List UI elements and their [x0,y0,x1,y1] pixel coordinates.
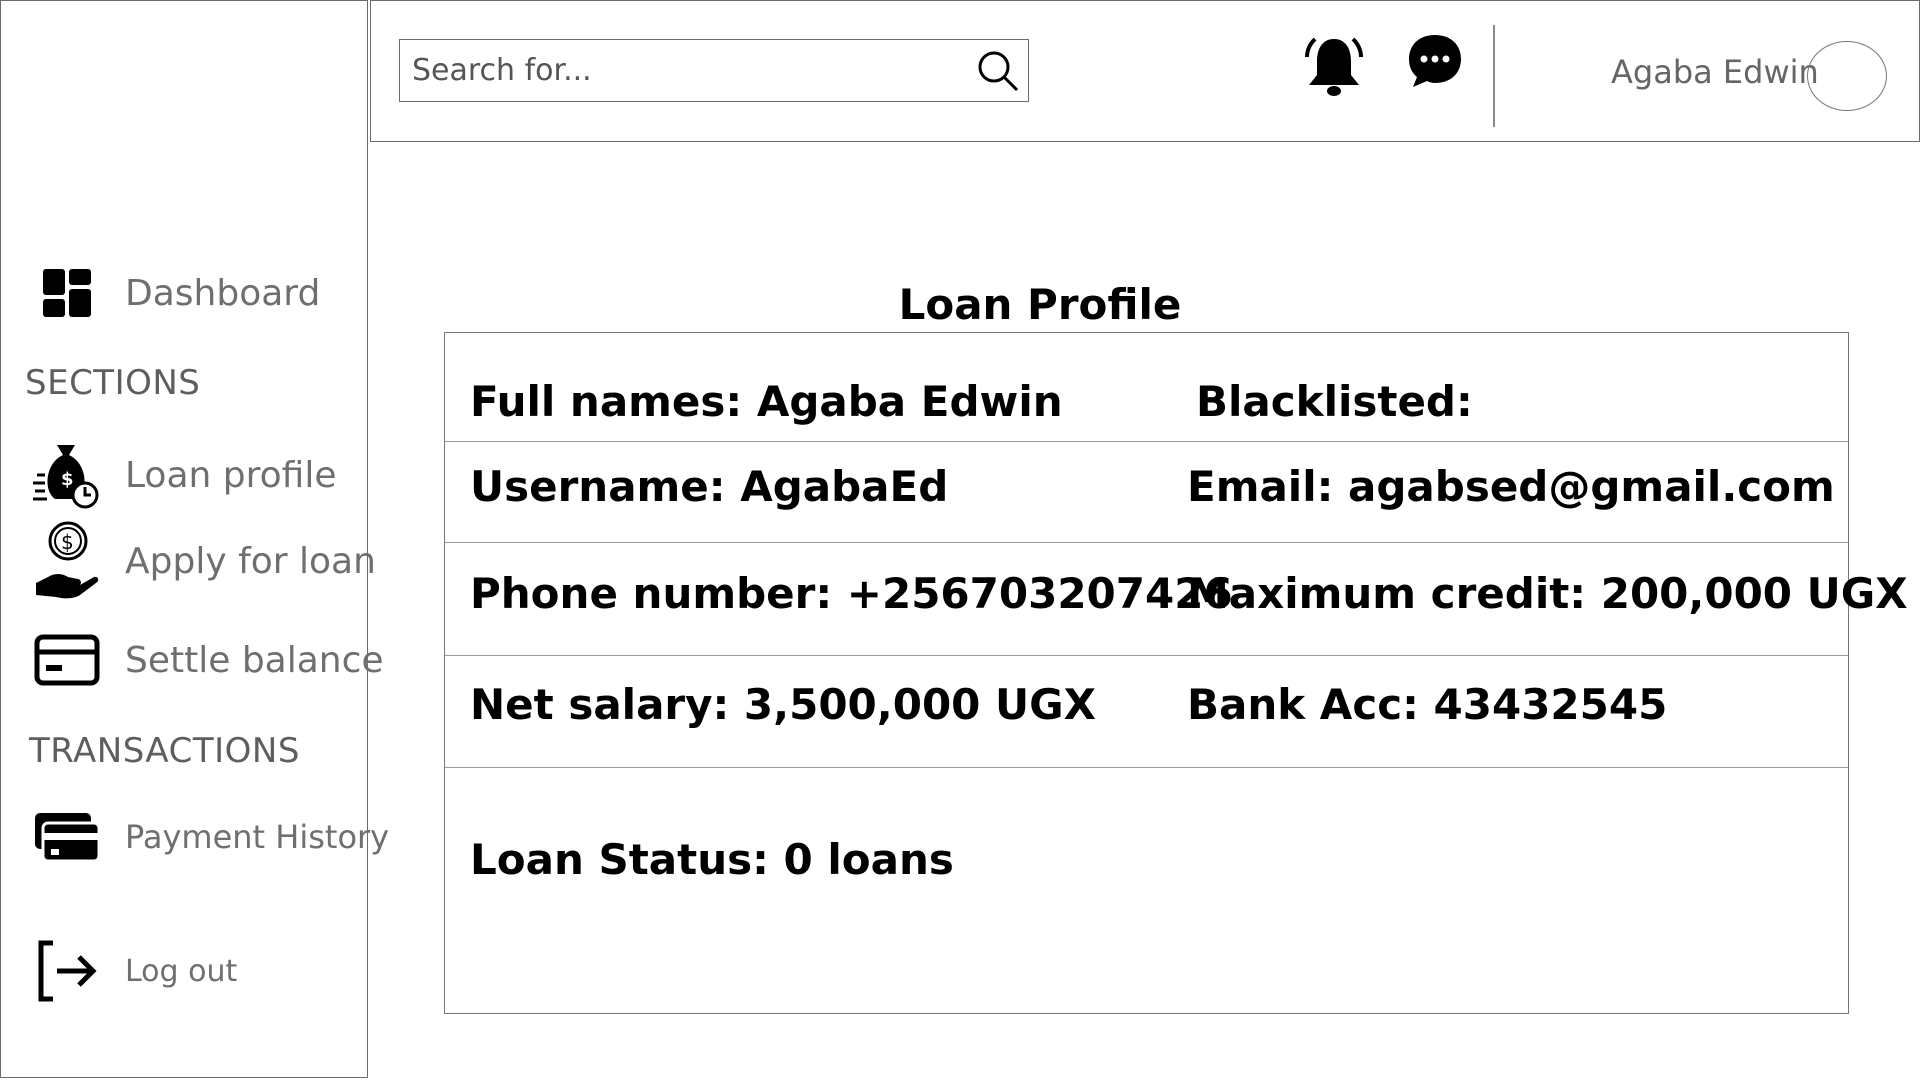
sidebar-item-label: Loan profile [125,454,337,496]
hand-dollar-icon: $ [31,521,103,601]
sidebar-item-loan-profile[interactable]: $ Loan profile [31,439,336,511]
page-title: Loan Profile [898,280,1182,329]
profile-row: Username: AgabaEd Email: agabsed@gmail.c… [445,442,1848,543]
loan-status-field: Loan Status: 0 loans [470,835,954,884]
full-names-field: Full names: Agaba Edwin [470,377,1063,426]
sidebar-item-label: Payment History [125,818,390,856]
profile-row: Net salary: 3,500,000 UGX Bank Acc: 4343… [445,656,1848,768]
cards-stack-icon [31,801,103,873]
search-icon[interactable] [968,41,1028,101]
sidebar-item-payment-history[interactable]: Payment History [31,801,389,873]
sections-heading: SECTIONS [25,363,201,403]
phone-number-field: Phone number: +256703207426 [470,569,1233,618]
email-field: Email: agabsed@gmail.com [1187,462,1835,511]
sidebar-item-settle-balance[interactable]: Settle balance [31,624,384,696]
transactions-heading: TRANSACTIONS [29,731,300,771]
chat-icon[interactable] [1405,31,1465,93]
top-bar: Agaba Edwin [370,0,1920,142]
loan-profile-card: Full names: Agaba Edwin Blacklisted: Use… [444,332,1908,1014]
credit-card-icon [31,624,103,696]
logout-icon [31,935,103,1007]
search-input[interactable] [400,39,968,102]
sidebar: Dashboard SECTIONS $ Loan profile $ Appl… [0,0,389,1078]
user-name: Agaba Edwin [1611,53,1819,91]
profile-row: Full names: Agaba Edwin Blacklisted: [445,333,1848,442]
sidebar-item-label: Log out [125,953,238,989]
avatar[interactable] [1807,41,1887,111]
maximum-credit-field: Maximum credit: 200,000 UGX [1187,569,1908,618]
search-bar [399,39,1029,102]
svg-text:$: $ [61,469,74,490]
bank-account-field: Bank Acc: 43432545 [1187,680,1668,729]
bell-icon[interactable] [1299,35,1369,103]
username-field: Username: AgabaEd [470,462,949,511]
sidebar-item-label: Settle balance [125,639,384,681]
sidebar-item-logout[interactable]: Log out [31,935,237,1007]
net-salary-field: Net salary: 3,500,000 UGX [470,680,1096,729]
profile-row: Phone number: +256703207426 Maximum cred… [445,543,1908,656]
svg-text:$: $ [61,530,74,554]
money-bag-icon: $ [31,439,103,511]
blacklisted-field: Blacklisted: [1196,377,1473,426]
divider [1493,25,1495,127]
sidebar-item-label: Apply for loan [125,540,376,582]
sidebar-item-apply-for-loan[interactable]: $ Apply for loan [31,521,376,601]
